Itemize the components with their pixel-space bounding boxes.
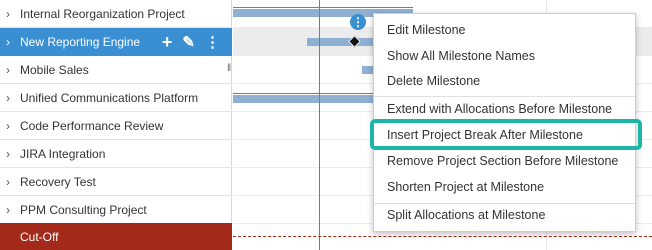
menu-item-highlight (370, 119, 642, 150)
menu-item-edit-milestone[interactable]: Edit Milestone (374, 18, 635, 43)
project-row[interactable]: › Unified Communications Platform (0, 84, 232, 112)
project-label: Unified Communications Platform (20, 90, 199, 105)
project-row[interactable]: › Mobile Sales (0, 56, 232, 84)
project-label: Internal Reorganization Project (20, 6, 185, 21)
project-list: › Internal Reorganization Project › New … (0, 0, 232, 250)
menu-item-remove-project-section[interactable]: Remove Project Section Before Milestone (374, 149, 635, 174)
menu-item-split-allocations[interactable]: Split Allocations at Milestone (374, 203, 635, 228)
cutoff-label: Cut-Off (20, 229, 59, 244)
project-label: New Reporting Engine (20, 34, 141, 49)
row-actions: + ✎ ⋮ (162, 28, 220, 56)
menu-item-show-all-milestone-names[interactable]: Show All Milestone Names (374, 44, 635, 69)
edit-pencil-icon[interactable]: ✎ (182, 33, 195, 51)
column-resize-handle[interactable]: ‖ (227, 63, 231, 74)
menu-item-delete-milestone[interactable]: Delete Milestone (374, 69, 635, 94)
project-row[interactable]: › Recovery Test (0, 168, 232, 196)
project-row[interactable]: › PPM Consulting Project (0, 196, 232, 224)
project-row[interactable]: › JIRA Integration (0, 140, 232, 168)
allocation-bar[interactable] (233, 95, 393, 103)
cutoff-line (233, 236, 652, 237)
project-row[interactable]: › Internal Reorganization Project (0, 0, 232, 28)
chevron-right-icon[interactable]: › (6, 63, 20, 77)
chevron-right-icon[interactable]: › (6, 91, 20, 105)
chevron-right-icon[interactable]: › (6, 147, 20, 161)
allocation-line (233, 7, 413, 8)
project-label: Recovery Test (20, 174, 96, 189)
chevron-right-icon[interactable]: › (6, 35, 20, 49)
milestone-menu-icon[interactable]: ⋮ (350, 14, 366, 30)
today-marker (319, 0, 320, 250)
project-label: Code Performance Review (20, 118, 164, 133)
more-vertical-icon[interactable]: ⋮ (205, 33, 220, 51)
menu-item-shorten-project[interactable]: Shorten Project at Milestone (374, 175, 635, 200)
project-label: PPM Consulting Project (20, 202, 147, 217)
project-label: JIRA Integration (20, 146, 106, 161)
project-row-selected[interactable]: › New Reporting Engine + ✎ ⋮ (0, 28, 232, 56)
add-icon[interactable]: + (162, 32, 173, 53)
chevron-right-icon[interactable]: › (6, 175, 20, 189)
chevron-right-icon[interactable]: › (6, 119, 20, 133)
project-label: Mobile Sales (20, 62, 89, 77)
chevron-right-icon[interactable]: › (6, 203, 20, 217)
chevron-right-icon[interactable]: › (6, 7, 20, 21)
project-row[interactable]: › Code Performance Review (0, 112, 232, 140)
cutoff-row: Cut-Off (0, 223, 232, 250)
allocation-line (233, 93, 393, 94)
